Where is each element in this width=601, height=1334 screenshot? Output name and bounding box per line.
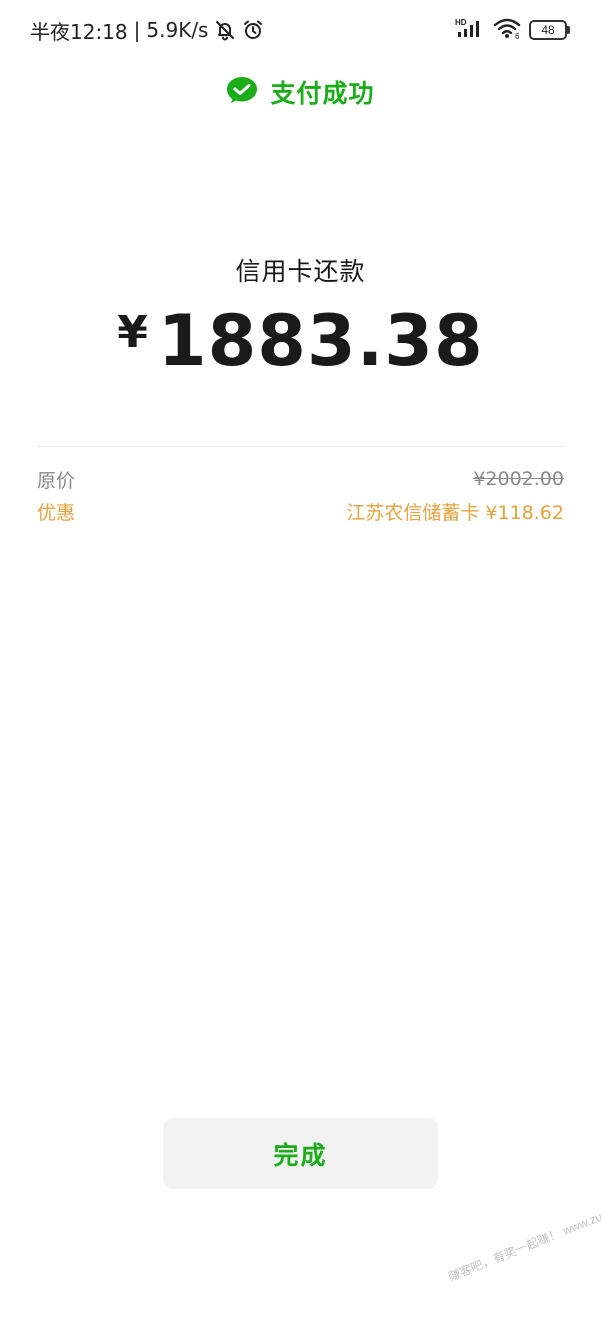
discount-row: 优惠 江苏农信储蓄卡 ¥118.62 xyxy=(37,497,564,525)
status-bar: 半夜12:18 | 5.9K/s HD 6 48 xyxy=(0,0,601,60)
payment-amount: ¥1883.38 xyxy=(0,300,601,382)
network-speed: 5.9K/s xyxy=(146,18,209,42)
bell-off-icon xyxy=(214,19,236,41)
merchant-name: 信用卡还款 xyxy=(235,257,366,286)
battery-icon: 48 xyxy=(529,20,570,40)
hd-signal-icon: HD xyxy=(455,17,485,43)
currency-symbol: ¥ xyxy=(117,307,148,358)
status-left: 半夜12:18 | 5.9K/s xyxy=(30,16,264,44)
discount-label: 优惠 xyxy=(37,501,76,524)
wechat-pay-icon xyxy=(226,76,258,108)
svg-text:6: 6 xyxy=(515,32,520,39)
status-time: 半夜12:18 xyxy=(30,19,128,44)
original-price-label: 原价 xyxy=(37,469,76,492)
status-right: HD 6 48 xyxy=(455,16,570,44)
original-price-value: ¥2002.00 xyxy=(473,468,564,490)
watermark: 赚客吧，有奖一起赚！ www.zuanke8.com xyxy=(446,1187,601,1285)
signal-hd-label: HD xyxy=(455,18,467,27)
amount-value: 1883.38 xyxy=(157,300,484,382)
status-separator: | xyxy=(133,18,141,42)
discount-value: 江苏农信储蓄卡 ¥118.62 xyxy=(346,501,564,524)
payment-success-header: 支付成功 xyxy=(0,72,601,112)
original-price-row: 原价 ¥2002.00 xyxy=(37,465,564,493)
wifi-icon: 6 xyxy=(493,17,521,43)
done-button[interactable]: 完成 xyxy=(163,1118,438,1189)
payment-success-title: 支付成功 xyxy=(270,79,375,108)
divider xyxy=(37,446,564,447)
alarm-icon xyxy=(242,19,264,41)
